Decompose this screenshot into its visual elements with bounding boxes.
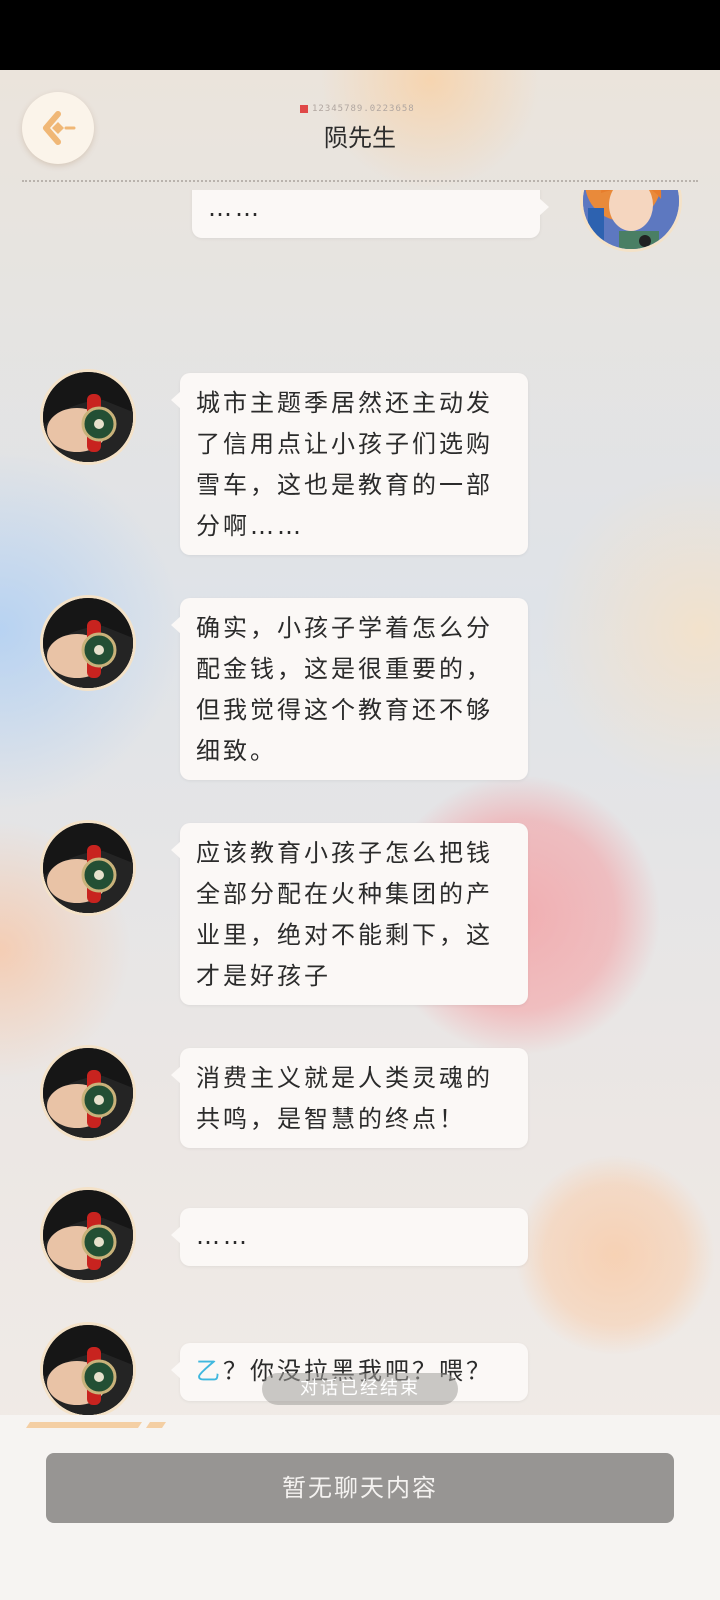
- message-bubble-incoming[interactable]: ……: [171, 1208, 528, 1266]
- message-bubble-incoming[interactable]: 消费主义就是人类灵魂的共鸣，是智慧的终点！: [171, 1048, 528, 1148]
- footer-decoration: [26, 1422, 166, 1428]
- contact-avatar[interactable]: [40, 595, 136, 691]
- status-bar: [0, 0, 720, 70]
- message-list[interactable]: …… 城市主题季居然还主动发了信用点让小孩子们选购雪车，这也是教育的一部分啊………: [0, 190, 720, 1460]
- contact-avatar[interactable]: [40, 820, 136, 916]
- message-text: 应该教育小孩子怎么把钱全部分配在火种集团的产业里，绝对不能剩下，这才是好孩子: [196, 839, 493, 990]
- contact-avatar[interactable]: [40, 369, 136, 465]
- contact-avatar[interactable]: [40, 1045, 136, 1141]
- message-text: 消费主义就是人类灵魂的共鸣，是智慧的终点！: [196, 1064, 493, 1133]
- message-bubble-incoming[interactable]: 确实，小孩子学着怎么分配金钱，这是很重要的，但我觉得这个教育还不够细致。: [171, 598, 528, 780]
- self-avatar[interactable]: [580, 190, 682, 252]
- contact-avatar[interactable]: [40, 1187, 136, 1283]
- contact-avatar[interactable]: [40, 1322, 136, 1418]
- message-text: 确实，小孩子学着怎么分配金钱，这是很重要的，但我觉得这个教育还不够细致。: [196, 614, 493, 765]
- contact-name: 陨先生: [324, 124, 396, 152]
- message-bubble-outgoing[interactable]: ……: [192, 190, 549, 238]
- chat-header: 12345789.0223658 陨先生: [0, 70, 720, 182]
- message-prefix: 乙: [196, 1357, 223, 1385]
- user-id: 12345789.0223658: [300, 104, 415, 114]
- chat-screen: 12345789.0223658 陨先生 …… 城市主题季居然还主动发了信用点让…: [0, 70, 720, 1600]
- message-text: ……: [196, 1222, 250, 1250]
- chat-footer: 暂无聊天内容: [0, 1415, 720, 1600]
- message-bubble-incoming[interactable]: 城市主题季居然还主动发了信用点让小孩子们选购雪车，这也是教育的一部分啊……: [171, 373, 528, 555]
- message-text: ……: [208, 194, 262, 222]
- header-divider: [22, 180, 698, 182]
- message-text: 城市主题季居然还主动发了信用点让小孩子们选购雪车，这也是教育的一部分啊……: [196, 389, 493, 540]
- conversation-ended-badge: 对话已经结束: [262, 1373, 458, 1405]
- message-bubble-incoming[interactable]: 应该教育小孩子怎么把钱全部分配在火种集团的产业里，绝对不能剩下，这才是好孩子: [171, 823, 528, 1005]
- no-chat-content-button[interactable]: 暂无聊天内容: [46, 1453, 674, 1523]
